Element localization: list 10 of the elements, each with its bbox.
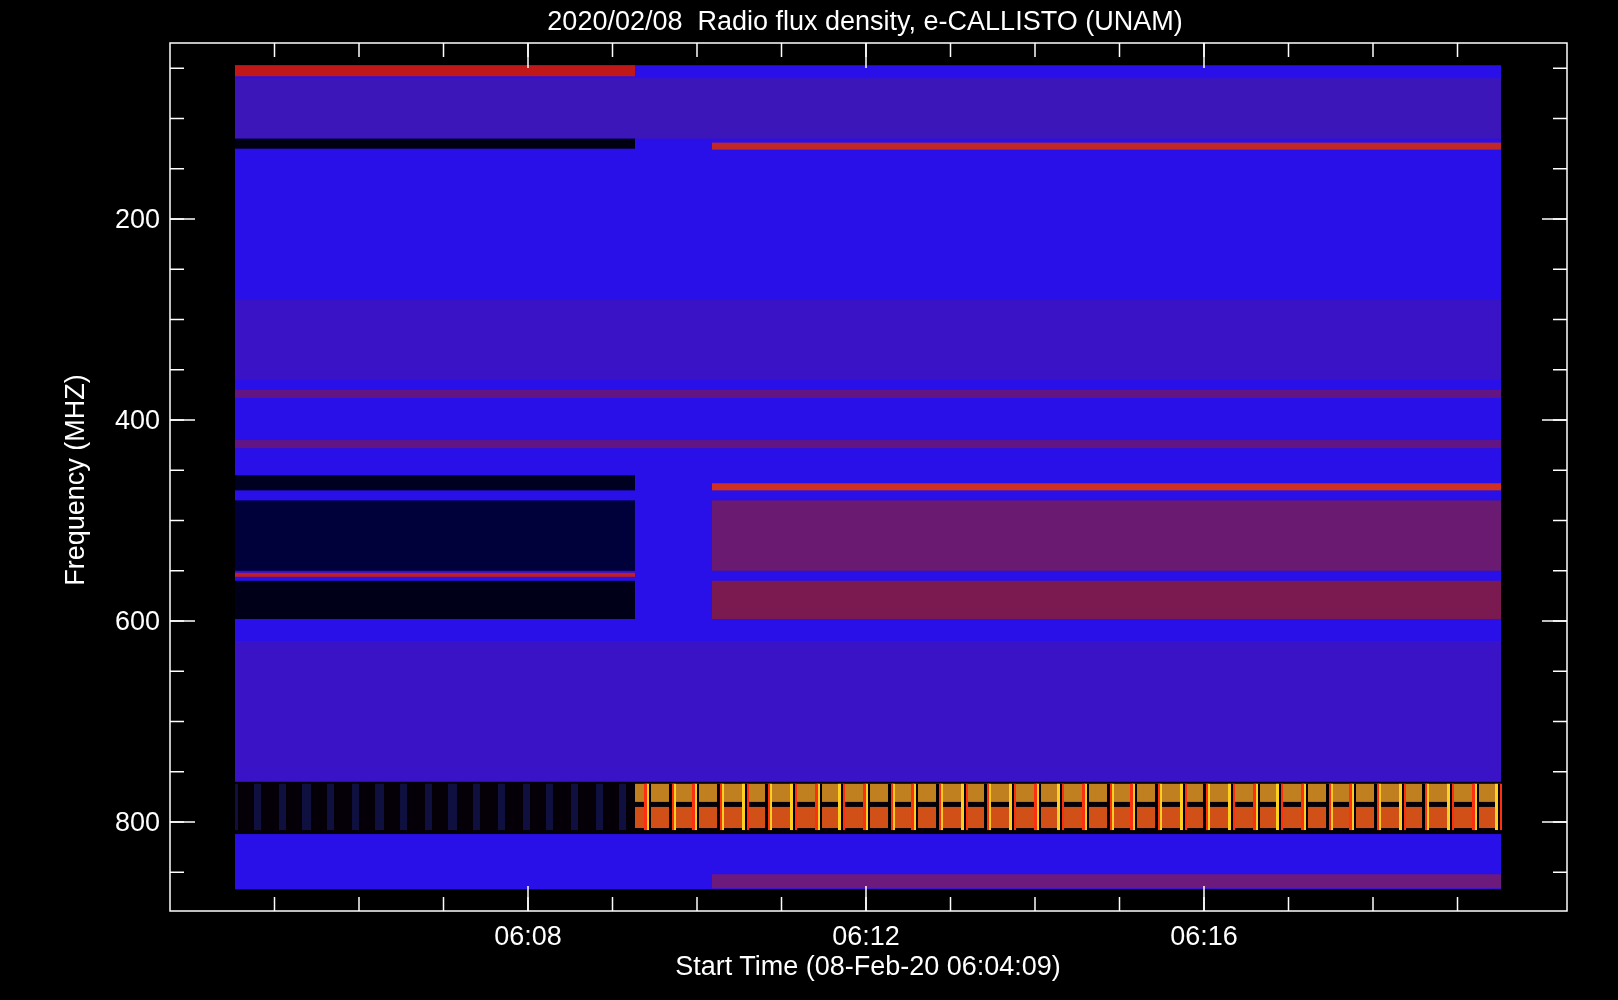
y-axis-label: Frequency (MHZ): [60, 374, 90, 586]
x-tick-label: 06:12: [832, 921, 900, 951]
y-tick-label: 200: [114, 204, 160, 234]
x-axis-label: Start Time (08-Feb-20 06:04:09): [675, 951, 1061, 981]
y-tick-label: 400: [114, 405, 160, 435]
y-tick-label: 600: [114, 606, 160, 636]
y-tick-label: 800: [114, 807, 160, 837]
x-tick-label: 06:08: [494, 921, 562, 951]
chart-title: 2020/02/08 Radio flux density, e-CALLISTO (UNAM): [547, 6, 1183, 36]
x-tick-label: 06:16: [1170, 921, 1238, 951]
